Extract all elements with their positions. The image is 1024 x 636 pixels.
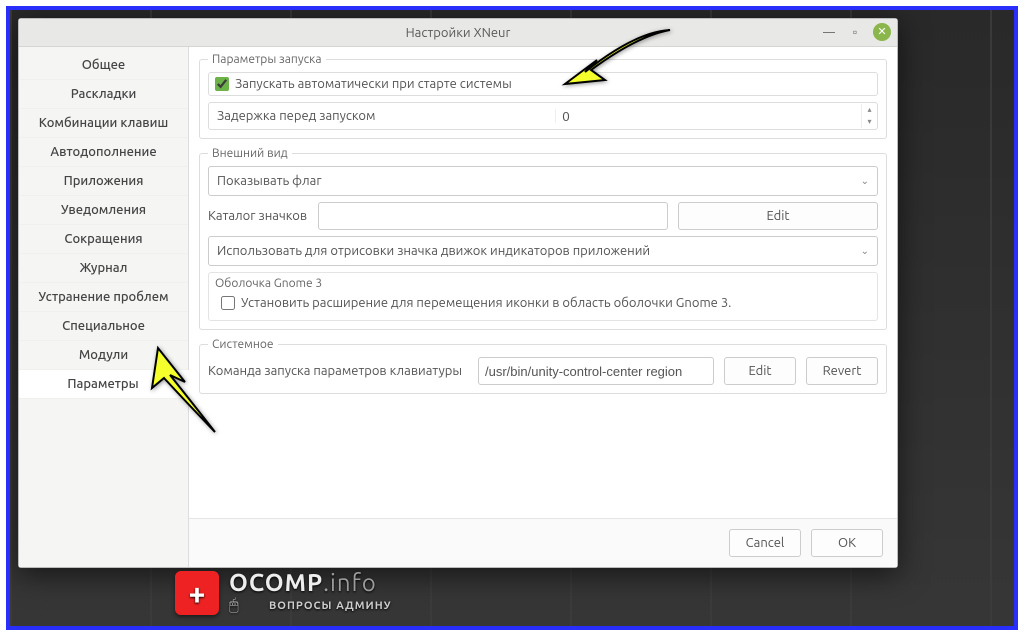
dialog-footer: Cancel OK bbox=[189, 518, 897, 567]
startup-delay-row: Задержка перед запуском ▴ ▾ bbox=[208, 102, 878, 130]
keyboard-command-input[interactable] bbox=[478, 357, 714, 385]
startup-delay-label: Задержка перед запуском bbox=[209, 109, 556, 123]
titlebar: Настройки XNeur — ▫ ✕ bbox=[19, 19, 897, 47]
autostart-checkbox[interactable] bbox=[215, 77, 229, 91]
icon-dir-input[interactable] bbox=[318, 202, 668, 230]
system-legend: Системное bbox=[208, 338, 278, 351]
gnome3-title: Оболочка Gnome 3 bbox=[215, 277, 871, 290]
indicator-engine-select[interactable]: Использовать для отрисовки значка движок… bbox=[208, 236, 878, 266]
autostart-checkbox-row[interactable]: Запускать автоматически при старте систе… bbox=[208, 72, 878, 96]
icon-dir-edit-button[interactable]: Edit bbox=[678, 202, 878, 230]
sidebar-item-7[interactable]: Журнал bbox=[19, 254, 188, 283]
sidebar-item-6[interactable]: Сокращения bbox=[19, 225, 188, 254]
spinner-down-icon[interactable]: ▾ bbox=[862, 116, 877, 128]
settings-dialog: Настройки XNeur — ▫ ✕ ОбщееРаскладкиКомб… bbox=[18, 18, 898, 568]
keyboard-command-edit-button[interactable]: Edit bbox=[724, 357, 796, 385]
sidebar-item-0[interactable]: Общее bbox=[19, 51, 188, 80]
spinner-up-icon[interactable]: ▴ bbox=[862, 104, 877, 116]
startup-legend: Параметры запуска bbox=[208, 53, 326, 66]
chevron-down-icon: ⌄ bbox=[861, 175, 869, 187]
gnome3-checkbox[interactable] bbox=[221, 296, 235, 310]
chevron-down-icon: ⌄ bbox=[861, 245, 869, 257]
keyboard-command-label: Команда запуска параметров клавиатуры bbox=[208, 364, 468, 378]
show-flag-select[interactable]: Показывать флаг ⌄ bbox=[208, 166, 878, 196]
startup-fieldset: Параметры запуска Запускать автоматическ… bbox=[199, 53, 887, 139]
gnome3-group: Оболочка Gnome 3 Установить расширение д… bbox=[208, 272, 878, 321]
keyboard-command-revert-button[interactable]: Revert bbox=[806, 357, 878, 385]
minimize-button[interactable]: — bbox=[821, 24, 837, 40]
sidebar-item-11[interactable]: Параметры bbox=[19, 370, 189, 399]
logo-badge-icon: + bbox=[175, 571, 219, 615]
gnome3-checkbox-row[interactable]: Установить расширение для перемещения ик… bbox=[215, 292, 871, 314]
appearance-legend: Внешний вид bbox=[208, 147, 292, 160]
sidebar-item-1[interactable]: Раскладки bbox=[19, 80, 188, 109]
sidebar: ОбщееРаскладкиКомбинации клавишАвтодопол… bbox=[19, 47, 189, 567]
startup-delay-input[interactable] bbox=[556, 109, 861, 124]
sidebar-item-3[interactable]: Автодополнение bbox=[19, 138, 188, 167]
sidebar-item-5[interactable]: Уведомления bbox=[19, 196, 188, 225]
icon-dir-label: Каталог значков bbox=[208, 209, 308, 223]
sidebar-item-9[interactable]: Специальное bbox=[19, 312, 188, 341]
sidebar-item-2[interactable]: Комбинации клавиш bbox=[19, 109, 188, 138]
sidebar-item-10[interactable]: Модули bbox=[19, 341, 188, 370]
sidebar-item-8[interactable]: Устранение проблем bbox=[19, 283, 188, 312]
ocomp-logo: + OCOMP.info 🖱 ВОПРОСЫ АДМИНУ bbox=[175, 569, 392, 616]
system-fieldset: Системное Команда запуска параметров кла… bbox=[199, 338, 887, 394]
autostart-label: Запускать автоматически при старте систе… bbox=[235, 77, 512, 91]
startup-delay-spinner[interactable]: ▴ ▾ bbox=[861, 104, 877, 128]
appearance-fieldset: Внешний вид Показывать флаг ⌄ Каталог зн… bbox=[199, 147, 887, 330]
mouse-icon: 🖱 bbox=[229, 596, 269, 616]
window-title: Настройки XNeur bbox=[406, 26, 511, 40]
gnome3-check-label: Установить расширение для перемещения ик… bbox=[241, 296, 731, 310]
close-button[interactable]: ✕ bbox=[873, 23, 891, 41]
maximize-button[interactable]: ▫ bbox=[847, 24, 863, 40]
cancel-button[interactable]: Cancel bbox=[729, 529, 801, 557]
ok-button[interactable]: OK bbox=[811, 529, 883, 557]
sidebar-item-4[interactable]: Приложения bbox=[19, 167, 188, 196]
